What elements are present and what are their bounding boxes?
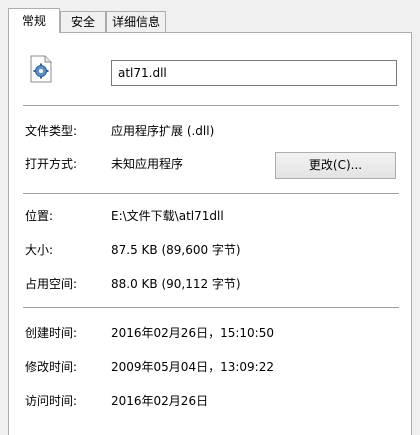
tab-security[interactable]: 安全 — [60, 11, 106, 32]
opens-with-label: 打开方式: — [25, 157, 78, 171]
tab-general[interactable]: 常规 — [8, 8, 60, 33]
tab-bar: 常规 安全 详细信息 — [8, 8, 412, 33]
file-type-value: 应用程序扩展 (.dll) — [111, 124, 215, 138]
file-type-label: 文件类型: — [25, 124, 78, 138]
created-label: 创建时间: — [25, 326, 78, 340]
location-value: E:\文件下载\atl71dll — [111, 209, 224, 223]
tab-details[interactable]: 详细信息 — [106, 11, 166, 32]
size-on-disk-label: 占用空间: — [25, 277, 78, 291]
separator — [23, 193, 399, 194]
modified-value: 2009年05月04日，13:09:22 — [111, 360, 274, 374]
filename-field[interactable]: atl71.dll — [111, 60, 397, 86]
separator — [23, 307, 399, 308]
size-value: 87.5 KB (89,600 字节) — [111, 243, 241, 257]
location-label: 位置: — [25, 209, 54, 223]
size-on-disk-value: 88.0 KB (90,112 字节) — [111, 277, 241, 291]
change-button[interactable]: 更改(C)... — [275, 152, 396, 179]
general-panel: atl71.dll 文件类型: 应用程序扩展 (.dll) 打开方式: 未知应用… — [8, 32, 412, 435]
accessed-label: 访问时间: — [25, 394, 78, 408]
opens-with-value: 未知应用程序 — [111, 157, 184, 171]
properties-dialog: 常规 安全 详细信息 atl71.dll 文件类型: 应用程序扩展 (.dll) — [0, 0, 420, 435]
accessed-value: 2016年02月26日 — [111, 394, 209, 408]
dll-gear-icon — [29, 55, 53, 83]
size-label: 大小: — [25, 243, 54, 257]
modified-label: 修改时间: — [25, 360, 78, 374]
separator — [23, 105, 399, 106]
created-value: 2016年02月26日，15:10:50 — [111, 326, 274, 340]
